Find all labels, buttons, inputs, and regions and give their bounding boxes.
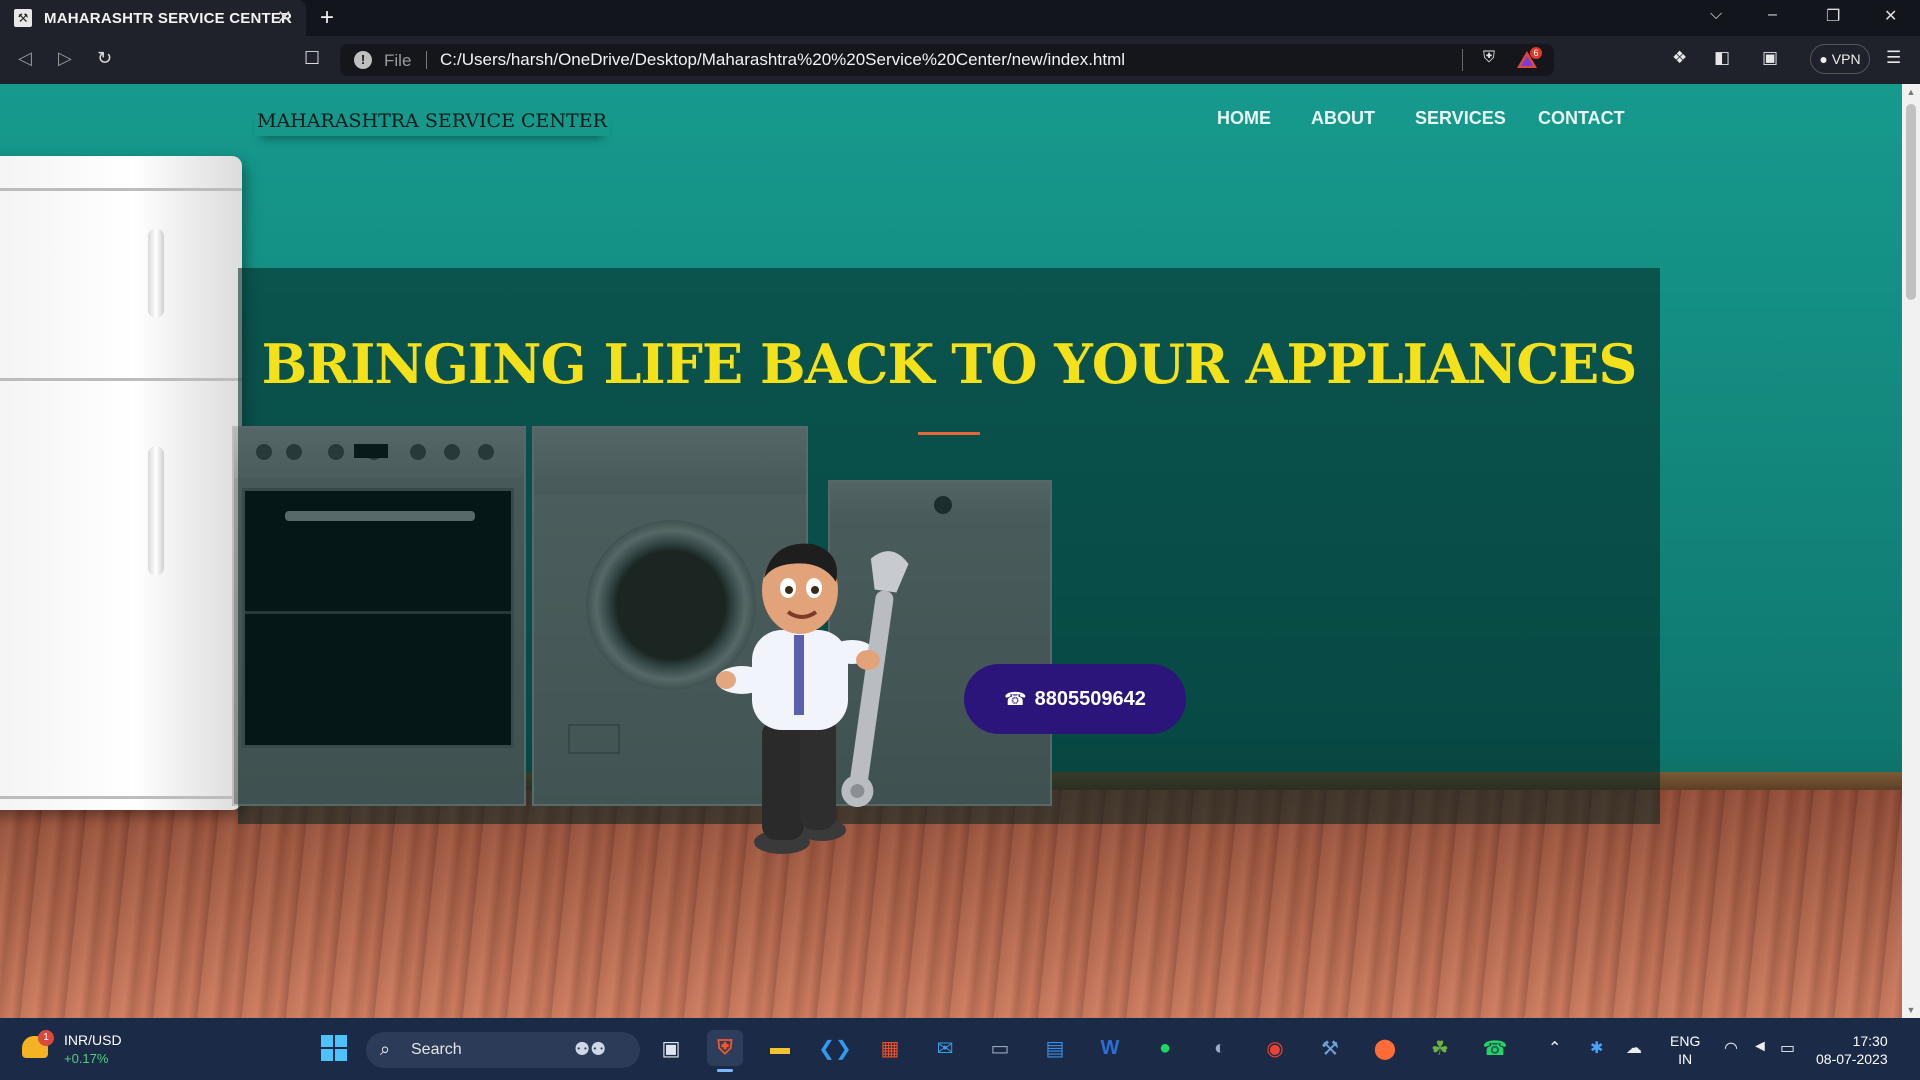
site-favicon-icon: ⚒ xyxy=(14,9,32,27)
forward-icon[interactable]: ▷ xyxy=(58,48,72,69)
url-scheme-label: File xyxy=(384,51,412,70)
hidden-icons-chevron-icon[interactable]: ⌃ xyxy=(1548,1038,1561,1058)
clock-time: 17:30 xyxy=(1852,1033,1888,1049)
whatsapp-icon[interactable]: ☎ xyxy=(1477,1030,1513,1066)
brave-shields-icon[interactable]: ⛨ xyxy=(1478,49,1500,71)
url-divider xyxy=(1462,49,1463,71)
active-indicator xyxy=(717,1069,733,1072)
nav-services-link[interactable]: SERVICES xyxy=(1415,108,1506,129)
extensions-icon[interactable]: ❖ xyxy=(1672,48,1687,68)
scroll-down-icon[interactable]: ▼ xyxy=(1906,1005,1916,1015)
language-region: IN xyxy=(1678,1051,1693,1067)
technician-mascot-image xyxy=(716,543,909,854)
vpn-button[interactable]: ● VPN xyxy=(1810,44,1870,74)
brave-icon[interactable]: ⛨ xyxy=(707,1030,743,1072)
ticker-badge: 1 xyxy=(38,1030,54,1046)
tab-title: MAHARASHTR SERVICE CENTER xyxy=(44,9,293,27)
nav-contact-link[interactable]: CONTACT xyxy=(1538,108,1625,129)
ticker-widget[interactable]: 1 INR/USD +0.17% xyxy=(22,1030,152,1070)
language-code: ENG xyxy=(1670,1033,1701,1049)
onedrive-icon[interactable]: ☁ xyxy=(1626,1038,1642,1058)
bookmark-icon[interactable]: ☐ xyxy=(304,48,320,69)
word-icon[interactable]: W xyxy=(1092,1030,1128,1066)
ticker-value: +0.17% xyxy=(64,1051,109,1066)
ticker-label: INR/USD xyxy=(64,1032,122,1048)
sidebar-icon[interactable]: ◧ xyxy=(1714,48,1730,68)
chrome-icon[interactable]: ◉ xyxy=(1257,1030,1293,1066)
vertical-scrollbar[interactable]: ▲ ▼ xyxy=(1902,84,1920,1018)
language-indicator[interactable]: ENG IN xyxy=(1670,1032,1700,1068)
restore-button[interactable]: ❐ xyxy=(1826,6,1840,26)
app-icon[interactable]: ▭ xyxy=(982,1030,1018,1066)
spotify-icon[interactable]: ● xyxy=(1147,1030,1183,1066)
tab-search-chevron-icon[interactable]: ⌵ xyxy=(1710,6,1722,24)
rewards-count-badge: 6 xyxy=(1530,47,1542,59)
brave-rewards-icon[interactable]: 6 xyxy=(1516,47,1542,71)
page-viewport: BRINGING LIFE BACK TO YOUR APPLIANCES MA… xyxy=(0,84,1920,1018)
system-clock[interactable]: 17:30 08-07-2023 xyxy=(1816,1032,1888,1068)
minimize-button[interactable]: – xyxy=(1768,6,1777,24)
site-info-icon[interactable]: ! xyxy=(354,51,372,69)
nav-about-link[interactable]: ABOUT xyxy=(1311,108,1375,129)
search-icon: ⌕ xyxy=(380,1039,391,1059)
wifi-icon[interactable]: ◠ xyxy=(1724,1038,1738,1058)
browser-toolbar: ◁ ▷ ↻ ☐ ! File C:/Users/harsh/OneDrive/D… xyxy=(0,36,1920,84)
scroll-thumb[interactable] xyxy=(1906,104,1916,300)
menu-icon[interactable]: ☰ xyxy=(1886,48,1901,68)
active-tab[interactable]: ⚒ MAHARASHTR SERVICE CENTER ✕ xyxy=(0,0,306,36)
back-icon[interactable]: ◁ xyxy=(18,48,32,69)
battery-icon[interactable]: ▭ xyxy=(1780,1038,1795,1058)
reload-icon[interactable]: ↻ xyxy=(97,48,112,69)
volume-icon[interactable]: ◄ xyxy=(1752,1038,1768,1056)
close-tab-icon[interactable]: ✕ xyxy=(277,8,292,26)
title-underline xyxy=(918,432,980,435)
file-explorer-icon[interactable]: ▬ xyxy=(762,1030,798,1066)
bluetooth-icon[interactable]: ✱ xyxy=(1590,1038,1603,1058)
hero-title: BRINGING LIFE BACK TO YOUR APPLIANCES xyxy=(261,332,1638,396)
copilot-icon[interactable]: ⚉⚉ xyxy=(574,1039,606,1060)
spring-icon[interactable]: ☘ xyxy=(1422,1030,1458,1066)
mail-icon[interactable]: ✉ xyxy=(927,1030,963,1066)
nav-home-link[interactable]: HOME xyxy=(1217,108,1271,129)
start-icon[interactable] xyxy=(316,1030,352,1066)
close-window-button[interactable]: ✕ xyxy=(1884,6,1897,26)
hero-overlay: BRINGING LIFE BACK TO YOUR APPLIANCES xyxy=(238,268,1660,824)
site-brand[interactable]: MAHARASHTRA SERVICE CENTER xyxy=(255,106,609,136)
task-view-icon[interactable]: ▣ xyxy=(653,1030,689,1066)
tab-strip: ⚒ MAHARASHTR SERVICE CENTER ✕ + ⌵ – ❐ ✕ xyxy=(0,0,1920,36)
search-label: Search xyxy=(411,1041,462,1058)
sql-icon[interactable]: ⚒ xyxy=(1312,1030,1348,1066)
vpn-label: VPN xyxy=(1831,51,1861,67)
postman-icon[interactable]: ⬤ xyxy=(1367,1030,1403,1066)
floor-shading xyxy=(0,790,1920,1018)
phone-icon: ☎ xyxy=(1004,688,1027,709)
new-tab-button[interactable]: + xyxy=(320,4,334,32)
taskbar: 1 INR/USD +0.17% ⌕ Search ⚉⚉ ▣ ⛨ ▬ ❮❯ ▦ … xyxy=(0,1018,1920,1080)
vscode-icon[interactable]: ❮❯ xyxy=(817,1030,853,1066)
call-button[interactable]: ☎ 8805509642 xyxy=(964,664,1186,734)
refrigerator-image xyxy=(0,156,242,810)
phone-number: 8805509642 xyxy=(1034,687,1146,710)
eclipse-icon[interactable]: ◐ xyxy=(1202,1030,1238,1066)
taskbar-search[interactable]: ⌕ Search ⚉⚉ xyxy=(366,1032,640,1068)
wallet-icon[interactable]: ▣ xyxy=(1762,48,1778,68)
microsoft-store-icon[interactable]: ▦ xyxy=(872,1030,908,1066)
clock-date: 08-07-2023 xyxy=(1816,1051,1888,1067)
scroll-up-icon[interactable]: ▲ xyxy=(1906,87,1916,97)
url-text[interactable]: C:/Users/harsh/OneDrive/Desktop/Maharash… xyxy=(440,50,1125,70)
widgets-icon[interactable]: ▤ xyxy=(1037,1030,1073,1066)
url-separator xyxy=(426,51,427,69)
address-bar[interactable]: ! File C:/Users/harsh/OneDrive/Desktop/M… xyxy=(340,44,1554,76)
vpn-dot-icon: ● xyxy=(1819,51,1832,67)
